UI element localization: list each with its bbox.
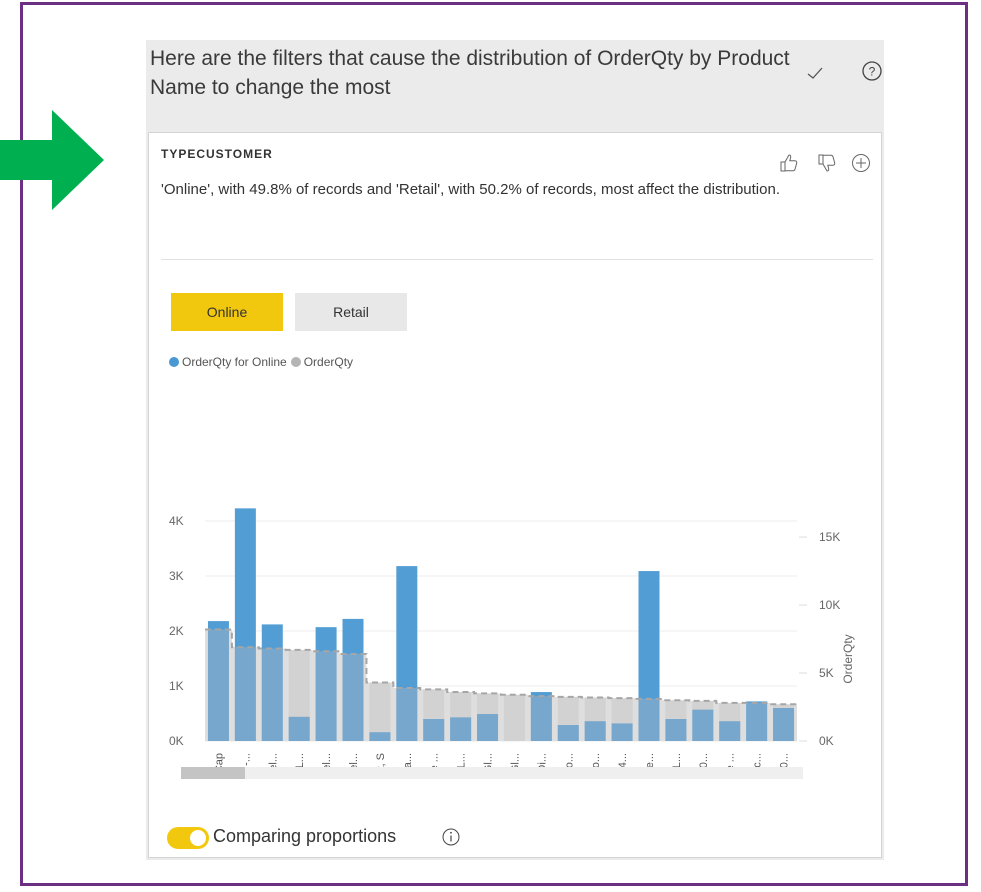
bar-orderqty (719, 702, 741, 741)
toggle-label: Comparing proportions (213, 826, 397, 846)
info-icon[interactable] (441, 827, 461, 847)
left-axis-tick: 4K (169, 514, 184, 528)
bar-orderqty (530, 696, 552, 741)
arrow-right-icon (0, 110, 104, 210)
insight-description: 'Online', with 49.8% of records and 'Ret… (161, 181, 780, 198)
bar-orderqty (396, 687, 418, 741)
bar-orderqty (746, 702, 768, 741)
bar-orderqty (450, 692, 472, 741)
chart-legend: OrderQty for Online OrderQty (169, 355, 357, 369)
bar-orderqty (665, 700, 687, 741)
comparing-proportions-toggle[interactable] (167, 827, 209, 849)
retail-button[interactable]: Retail (295, 293, 407, 331)
left-axis-tick: 2K (169, 624, 184, 638)
insight-title: TYPECUSTOMER (161, 147, 273, 161)
bar-orderqty (342, 653, 364, 741)
distribution-chart: 0K1K2K3K4K0K5K10K15KOrderQtyAWC Logo Cap… (169, 508, 855, 773)
legend-dot-online (169, 357, 179, 367)
left-axis-tick: 1K (169, 679, 184, 693)
check-icon[interactable] (806, 64, 824, 82)
legend-item-online: OrderQty for Online (169, 355, 287, 369)
bar-orderqty (369, 682, 391, 741)
left-axis-tick: 3K (169, 569, 184, 583)
thumb-up-icon[interactable] (779, 153, 799, 173)
bar-orderqty (477, 693, 499, 741)
legend-item-orderqty: OrderQty (290, 355, 354, 369)
right-axis-tick: 15K (819, 530, 840, 544)
insights-panel: Here are the filters that cause the dist… (146, 40, 884, 860)
online-button[interactable]: Online (171, 293, 283, 331)
bar-orderqty (288, 649, 310, 741)
chart-scroll-thumb[interactable] (181, 767, 245, 779)
bar-orderqty (692, 700, 714, 741)
right-axis-tick: 10K (819, 598, 840, 612)
legend-dot-orderqty (290, 357, 301, 367)
help-icon[interactable]: ? (861, 60, 883, 82)
bar-orderqty (423, 689, 445, 741)
bar-orderqty (611, 698, 633, 741)
bar-orderqty (584, 697, 606, 741)
right-axis-tick: 5K (819, 666, 834, 680)
left-axis-tick: 0K (169, 734, 184, 748)
toggle-knob (190, 830, 206, 846)
bar-orderqty (773, 704, 795, 741)
chart-scrollbar[interactable] (181, 767, 803, 779)
bar-orderqty (261, 648, 283, 741)
panel-title: Here are the filters that cause the dist… (150, 47, 790, 99)
right-axis-tick: 0K (819, 734, 834, 748)
bar-orderqty (207, 629, 229, 741)
thumb-down-icon[interactable] (817, 153, 837, 173)
bar-orderqty (557, 696, 579, 741)
legend-label-online: OrderQty for Online (182, 355, 287, 369)
bar-orderqty (638, 698, 660, 741)
bar-orderqty (503, 694, 525, 741)
right-axis-title: OrderQty (841, 634, 855, 683)
plus-icon[interactable] (851, 153, 871, 173)
legend-label-orderqty: OrderQty (303, 355, 354, 369)
insight-card: TYPECUSTOMER 'Online', with 49.8% of rec… (148, 132, 882, 858)
bar-orderqty (315, 651, 337, 741)
divider (161, 259, 873, 260)
svg-text:?: ? (869, 65, 876, 79)
bar-orderqty (234, 647, 256, 741)
